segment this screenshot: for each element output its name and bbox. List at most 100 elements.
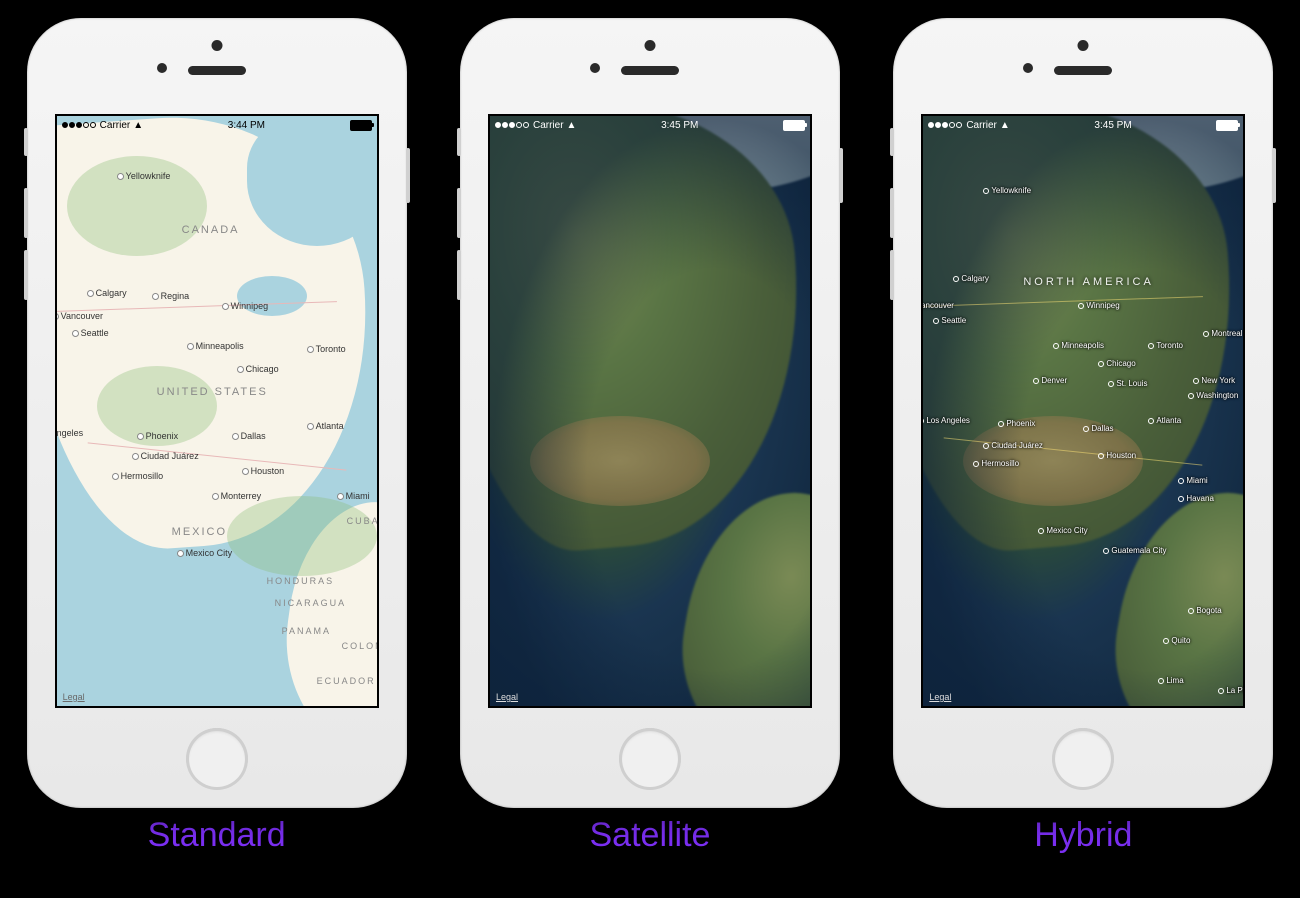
city-vancouver: Vancouver: [921, 301, 954, 310]
clock-label: 3:44 PM: [228, 120, 265, 131]
city-dallas: Dallas: [1083, 424, 1113, 433]
column-hybrid: Carrier ▲ 3:45 PM NORTH AMERICA Yellowkn…: [883, 18, 1283, 855]
city-denver: Denver: [1033, 376, 1067, 385]
front-camera: [1078, 40, 1089, 51]
map-view-satellite[interactable]: [490, 116, 810, 706]
city-toronto: Toronto: [307, 344, 346, 354]
city-toronto: Toronto: [1148, 341, 1183, 350]
city-phoenix: Phoenix: [137, 431, 179, 441]
city-washington: Washington: [1188, 391, 1238, 400]
carrier-label: Carrier: [100, 120, 131, 131]
iphone-mockup-hybrid: Carrier ▲ 3:45 PM NORTH AMERICA Yellowkn…: [893, 18, 1273, 808]
city-hermosillo: Hermosillo: [112, 471, 164, 481]
legal-link[interactable]: Legal: [496, 692, 518, 702]
city-atlanta: Atlanta: [1148, 416, 1181, 425]
city-ciudadjuarez: Ciudad Juárez: [983, 441, 1043, 450]
city-chicago: Chicago: [1098, 359, 1135, 368]
city-yellowknife: Yellowknife: [983, 186, 1031, 195]
city-miami: Miami: [337, 491, 370, 501]
iphone-mockup-satellite: Carrier ▲ 3:45 PM Legal: [460, 18, 840, 808]
status-bar: Carrier ▲ 3:45 PM: [923, 116, 1243, 134]
power-button: [406, 148, 410, 203]
caption-satellite: Satellite: [590, 816, 711, 855]
city-losangeles: Los Angeles: [921, 416, 970, 425]
volume-up-button: [457, 188, 461, 238]
signal-strength-icon: [928, 120, 963, 131]
earpiece-speaker: [188, 66, 246, 75]
city-newyork: New York: [1193, 376, 1235, 385]
power-button: [1272, 148, 1276, 203]
status-bar: Carrier ▲ 3:45 PM: [490, 116, 810, 134]
city-phoenix: Phoenix: [998, 419, 1035, 428]
city-quito: Quito: [1163, 636, 1190, 645]
city-lima: Lima: [1158, 676, 1183, 685]
caption-standard: Standard: [148, 816, 286, 855]
map-view-hybrid[interactable]: NORTH AMERICA Yellowknife Calgary Vancou…: [923, 116, 1243, 706]
wifi-icon: ▲: [1000, 120, 1010, 131]
volume-up-button: [890, 188, 894, 238]
column-satellite: Carrier ▲ 3:45 PM Legal Satellite: [450, 18, 850, 855]
home-button[interactable]: [186, 728, 248, 790]
city-yellowknife: Yellowknife: [117, 171, 171, 181]
mute-switch: [890, 128, 894, 156]
city-bogota: Bogota: [1188, 606, 1221, 615]
comparison-figure: Carrier ▲ 3:44 PM CANADA UNITED STATES M…: [0, 0, 1300, 898]
city-winnipeg: Winnipeg: [222, 301, 269, 311]
city-seattle: Seattle: [933, 316, 966, 325]
ocean-shading: [490, 116, 810, 706]
battery-icon: [783, 120, 805, 131]
map-view-standard[interactable]: CANADA UNITED STATES MEXICO CUBA HONDURA…: [57, 116, 377, 706]
country-label-cuba: CUBA: [347, 516, 379, 526]
earpiece-speaker: [1054, 66, 1112, 75]
volume-down-button: [24, 250, 28, 300]
city-minneapolis: Minneapolis: [1053, 341, 1104, 350]
status-bar: Carrier ▲ 3:44 PM: [57, 116, 377, 134]
country-label-ecuador: ECUADOR: [317, 676, 376, 686]
signal-strength-icon: [62, 120, 97, 131]
city-minneapolis: Minneapolis: [187, 341, 244, 351]
proximity-sensor: [1023, 63, 1033, 73]
city-dallas: Dallas: [232, 431, 266, 441]
city-hermosillo: Hermosillo: [973, 459, 1019, 468]
country-label-honduras: HONDURAS: [267, 576, 335, 586]
battery-icon: [350, 120, 372, 131]
legal-link[interactable]: Legal: [63, 692, 85, 702]
legal-link[interactable]: Legal: [929, 692, 951, 702]
volume-down-button: [890, 250, 894, 300]
clock-label: 3:45 PM: [661, 120, 698, 131]
country-label-north-america: NORTH AMERICA: [1023, 276, 1153, 288]
city-vancouver: Vancouver: [55, 311, 103, 321]
power-button: [839, 148, 843, 203]
vegetation: [227, 496, 377, 576]
city-ciudadjuarez: Ciudad Juárez: [132, 451, 199, 461]
country-label-usa: UNITED STATES: [157, 386, 268, 398]
country-label-mexico: MEXICO: [172, 526, 227, 538]
city-chicago: Chicago: [237, 364, 279, 374]
ocean-shading: [923, 116, 1243, 706]
clock-label: 3:45 PM: [1094, 120, 1131, 131]
city-guatemalacity: Guatemala City: [1103, 546, 1166, 555]
front-camera: [211, 40, 222, 51]
city-regina: Regina: [152, 291, 190, 301]
city-calgary: Calgary: [87, 288, 127, 298]
home-button[interactable]: [619, 728, 681, 790]
city-houston: Houston: [242, 466, 285, 476]
city-losangeles: Angeles: [55, 428, 84, 438]
city-monterrey: Monterrey: [212, 491, 262, 501]
earpiece-speaker: [621, 66, 679, 75]
home-button[interactable]: [1052, 728, 1114, 790]
column-standard: Carrier ▲ 3:44 PM CANADA UNITED STATES M…: [17, 18, 417, 855]
city-mexicocity: Mexico City: [177, 548, 233, 558]
front-camera: [644, 40, 655, 51]
city-miami: Miami: [1178, 476, 1207, 485]
city-seattle: Seattle: [72, 328, 109, 338]
battery-icon: [1216, 120, 1238, 131]
screen-standard: Carrier ▲ 3:44 PM CANADA UNITED STATES M…: [55, 114, 379, 708]
wifi-icon: ▲: [133, 120, 143, 131]
volume-down-button: [457, 250, 461, 300]
iphone-mockup-standard: Carrier ▲ 3:44 PM CANADA UNITED STATES M…: [27, 18, 407, 808]
city-houston: Houston: [1098, 451, 1136, 460]
country-label-colombia: COLOM: [342, 641, 379, 651]
country-label-nicaragua: NICARAGUA: [275, 598, 347, 608]
proximity-sensor: [590, 63, 600, 73]
